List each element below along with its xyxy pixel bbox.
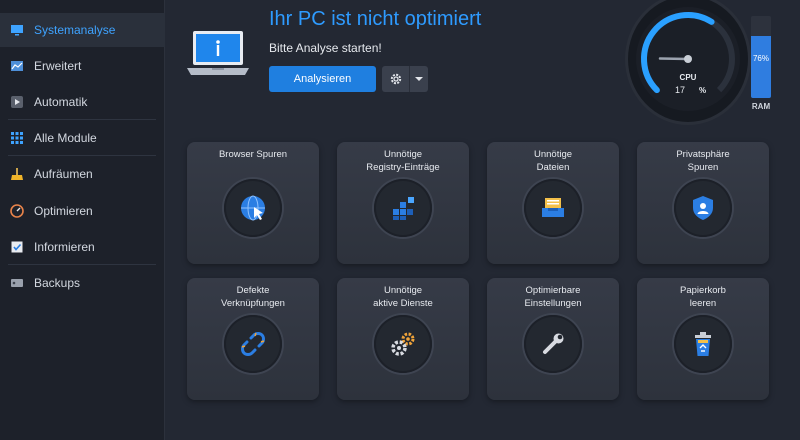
- sidebar-item-systemanalyse[interactable]: Systemanalyse: [0, 13, 165, 47]
- grid-icon: [11, 132, 23, 144]
- ram-value: 76%: [752, 54, 769, 63]
- sidebar-item-erweitert[interactable]: Erweitert: [0, 49, 165, 83]
- settings-dropdown-button[interactable]: [382, 66, 428, 92]
- sidebar-item-label: Alle Module: [34, 131, 97, 145]
- shield-user-icon: [674, 179, 732, 237]
- module-tile-privatsphaere[interactable]: Privatsphäre Spuren: [637, 142, 769, 264]
- page-subtitle: Bitte Analyse starten!: [269, 41, 382, 55]
- sidebar-item-label: Optimieren: [34, 204, 93, 218]
- sidebar-divider: [8, 264, 156, 265]
- ram-label: RAM: [751, 102, 771, 111]
- sidebar-item-label: Aufräumen: [34, 167, 93, 181]
- sidebar-divider: [8, 119, 156, 120]
- chart-icon: [11, 61, 23, 71]
- wrench-icon: [524, 315, 582, 373]
- cpu-label: CPU: [680, 73, 697, 82]
- cpu-value: 17: [675, 85, 685, 95]
- recycle-bin-icon: [674, 315, 732, 373]
- cpu-gauge: CPU 17 %: [628, 0, 748, 122]
- sidebar: Systemanalyse Erweitert Automatik Alle M…: [0, 0, 165, 440]
- module-label: Defekte Verknüpfungen: [221, 285, 285, 309]
- module-label: Privatsphäre Spuren: [676, 149, 730, 173]
- sidebar-item-aufraeumen[interactable]: Aufräumen: [0, 157, 165, 191]
- registry-blocks-icon: [374, 179, 432, 237]
- broken-link-icon: [224, 315, 282, 373]
- play-icon: [11, 96, 23, 108]
- laptop-icon: [187, 31, 249, 75]
- sidebar-item-alle-module[interactable]: Alle Module: [0, 121, 165, 155]
- module-tile-browser-spuren[interactable]: Browser Spuren: [187, 142, 319, 264]
- ram-bar: 76%: [751, 16, 771, 98]
- globe-cursor-icon: [224, 179, 282, 237]
- module-tile-dienste[interactable]: Unnötige aktive Dienste: [337, 278, 469, 400]
- sidebar-item-label: Backups: [34, 276, 81, 290]
- chevron-down-icon[interactable]: [410, 66, 428, 92]
- module-label: Optimierbare Einstellungen: [524, 285, 582, 309]
- sidebar-item-label: Systemanalyse: [34, 23, 116, 37]
- module-tile-registry[interactable]: Unnötige Registry-Einträge: [337, 142, 469, 264]
- sidebar-item-backups[interactable]: Backups: [0, 266, 165, 300]
- drive-icon: [11, 279, 23, 287]
- module-tile-einstellungen[interactable]: Optimierbare Einstellungen: [487, 278, 619, 400]
- sidebar-item-automatik[interactable]: Automatik: [0, 85, 165, 119]
- monitor-icon: [11, 25, 23, 36]
- module-label: Papierkorb leeren: [680, 285, 726, 309]
- ram-bar-fill: [751, 35, 771, 98]
- page-title: Ihr PC ist nicht optimiert: [269, 8, 482, 30]
- module-label: Unnötige Dateien: [533, 149, 573, 173]
- cpu-unit: %: [699, 86, 706, 95]
- module-tile-verknuepfungen[interactable]: Defekte Verknüpfungen: [187, 278, 319, 400]
- checklist-icon: [11, 241, 23, 253]
- module-tile-papierkorb[interactable]: Papierkorb leeren: [637, 278, 769, 400]
- broom-icon: [11, 168, 23, 180]
- analyze-button[interactable]: Analysieren: [269, 66, 376, 92]
- sidebar-item-label: Erweitert: [34, 59, 82, 73]
- module-label: Unnötige aktive Dienste: [373, 285, 433, 309]
- speedometer-icon: [10, 204, 24, 218]
- sidebar-item-label: Automatik: [34, 95, 88, 109]
- files-tray-icon: [524, 179, 582, 237]
- sidebar-divider: [8, 155, 156, 156]
- sidebar-item-optimieren[interactable]: Optimieren: [0, 194, 165, 228]
- gear-icon[interactable]: [382, 66, 410, 92]
- module-label: Browser Spuren: [218, 149, 288, 160]
- sidebar-item-informieren[interactable]: Informieren: [0, 230, 165, 264]
- module-tile-dateien[interactable]: Unnötige Dateien: [487, 142, 619, 264]
- module-label: Unnötige Registry-Einträge: [366, 149, 440, 173]
- sidebar-item-label: Informieren: [34, 240, 95, 254]
- gears-icon: [374, 315, 432, 373]
